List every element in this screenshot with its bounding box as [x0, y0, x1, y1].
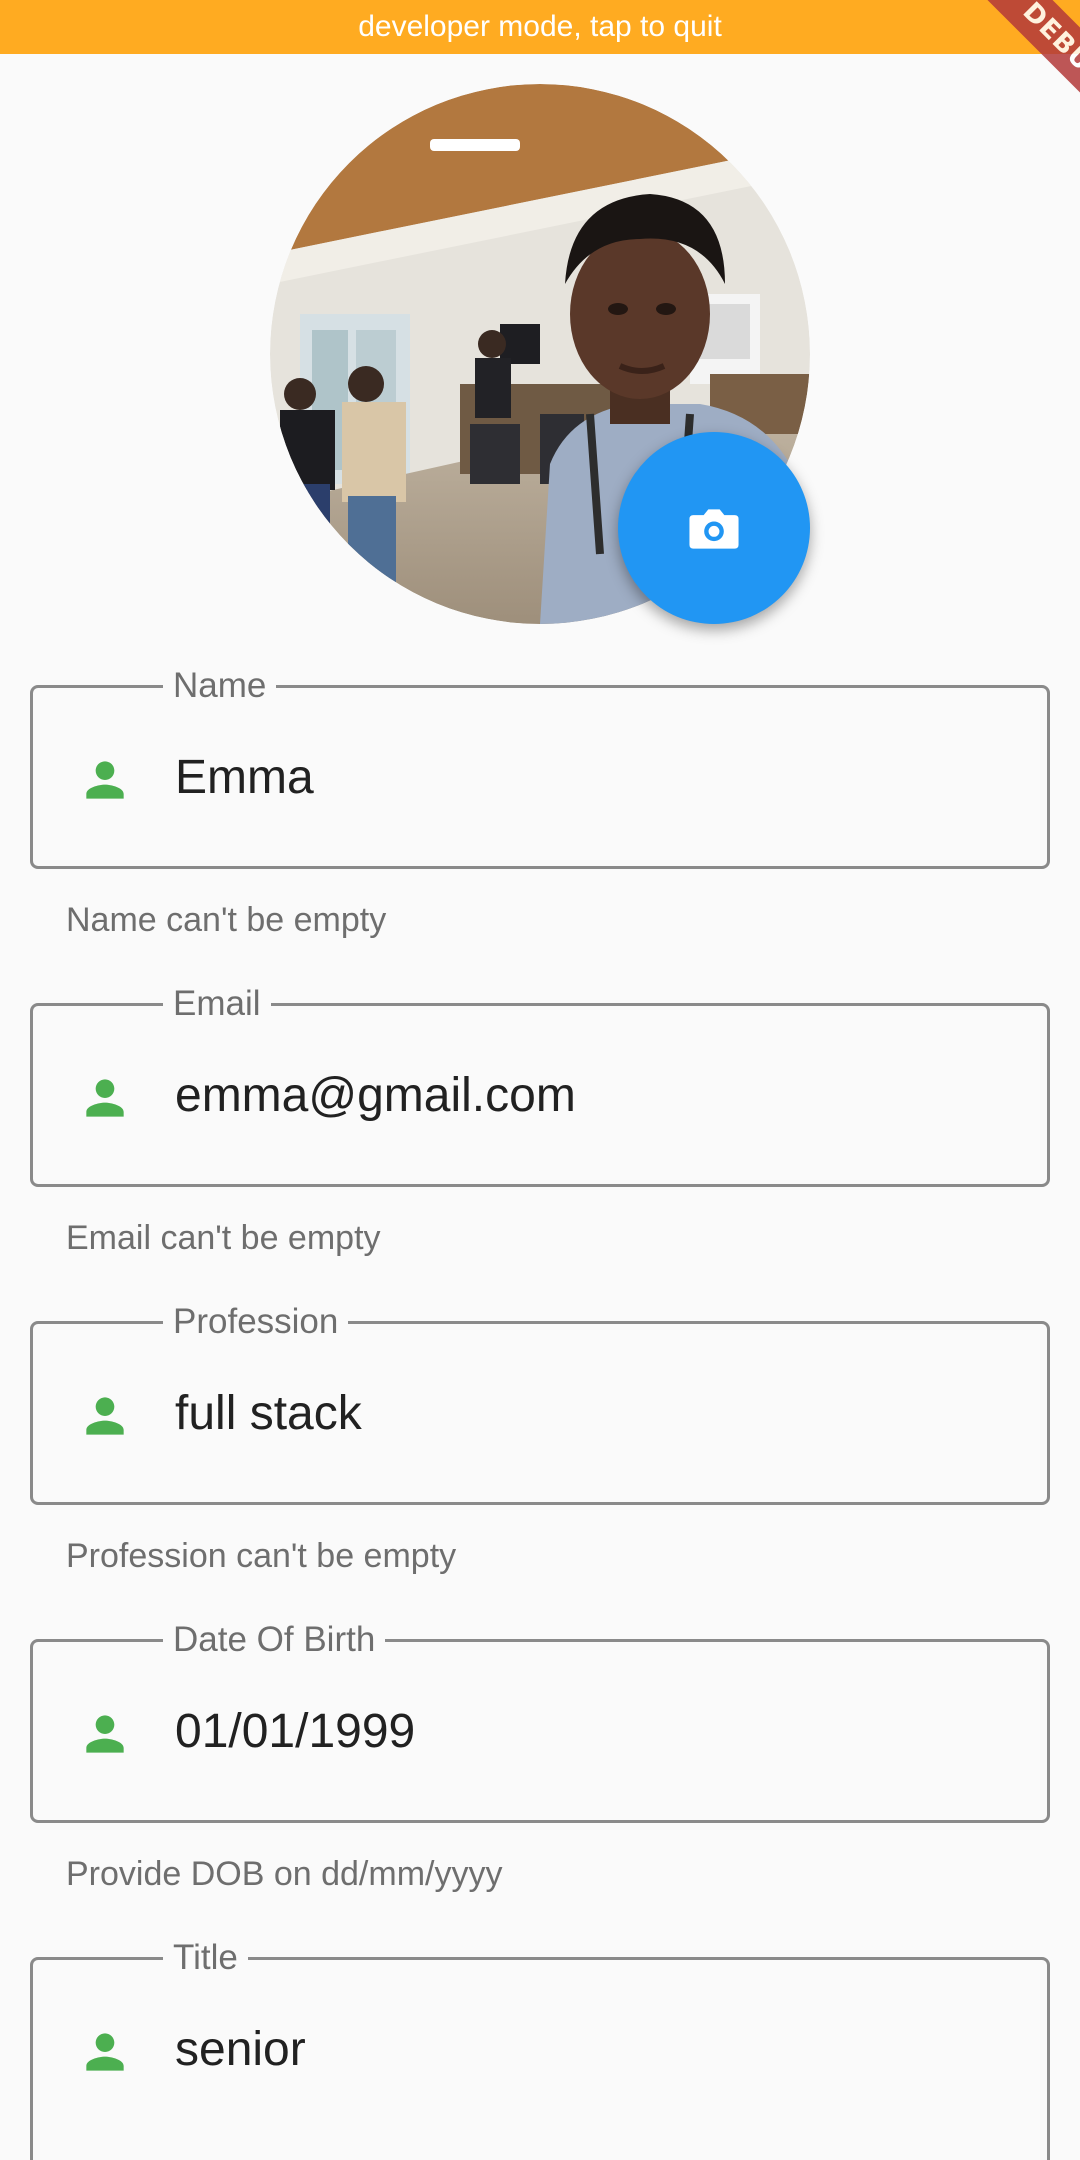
profession-field[interactable]: Profession full stack: [30, 1300, 1050, 1505]
profession-helper-text: Profession can't be empty: [66, 1537, 457, 1575]
dob-input[interactable]: 01/01/1999: [175, 1700, 415, 1764]
profession-input[interactable]: full stack: [175, 1382, 362, 1446]
name-helper-text: Name can't be empty: [66, 901, 387, 939]
person-icon: [86, 761, 124, 799]
title-field-label: Title: [163, 1936, 248, 1980]
dob-field-label: Date Of Birth: [163, 1618, 386, 1662]
name-input[interactable]: Emma: [175, 746, 314, 810]
person-icon: [86, 1079, 124, 1117]
person-icon: [86, 2033, 124, 2071]
email-helper-text: Email can't be empty: [66, 1219, 381, 1257]
email-field[interactable]: Email emma@gmail.com: [30, 982, 1050, 1187]
dob-field[interactable]: Date Of Birth 01/01/1999: [30, 1618, 1050, 1823]
person-icon: [86, 1715, 124, 1753]
change-photo-button[interactable]: [618, 432, 810, 624]
profession-field-label: Profession: [163, 1300, 349, 1344]
title-field[interactable]: Title senior: [30, 1936, 1050, 2160]
developer-mode-banner[interactable]: developer mode, tap to quit: [0, 0, 1080, 54]
name-field-label: Name: [163, 664, 277, 708]
dob-helper-text: Provide DOB on dd/mm/yyyy: [66, 1855, 503, 1893]
person-icon: [86, 1397, 124, 1435]
name-field[interactable]: Name Emma: [30, 664, 1050, 869]
camera-icon: [689, 509, 739, 549]
profile-avatar: [270, 84, 810, 624]
email-field-label: Email: [163, 982, 271, 1026]
email-input[interactable]: emma@gmail.com: [175, 1064, 576, 1128]
title-input[interactable]: senior: [175, 2018, 306, 2082]
